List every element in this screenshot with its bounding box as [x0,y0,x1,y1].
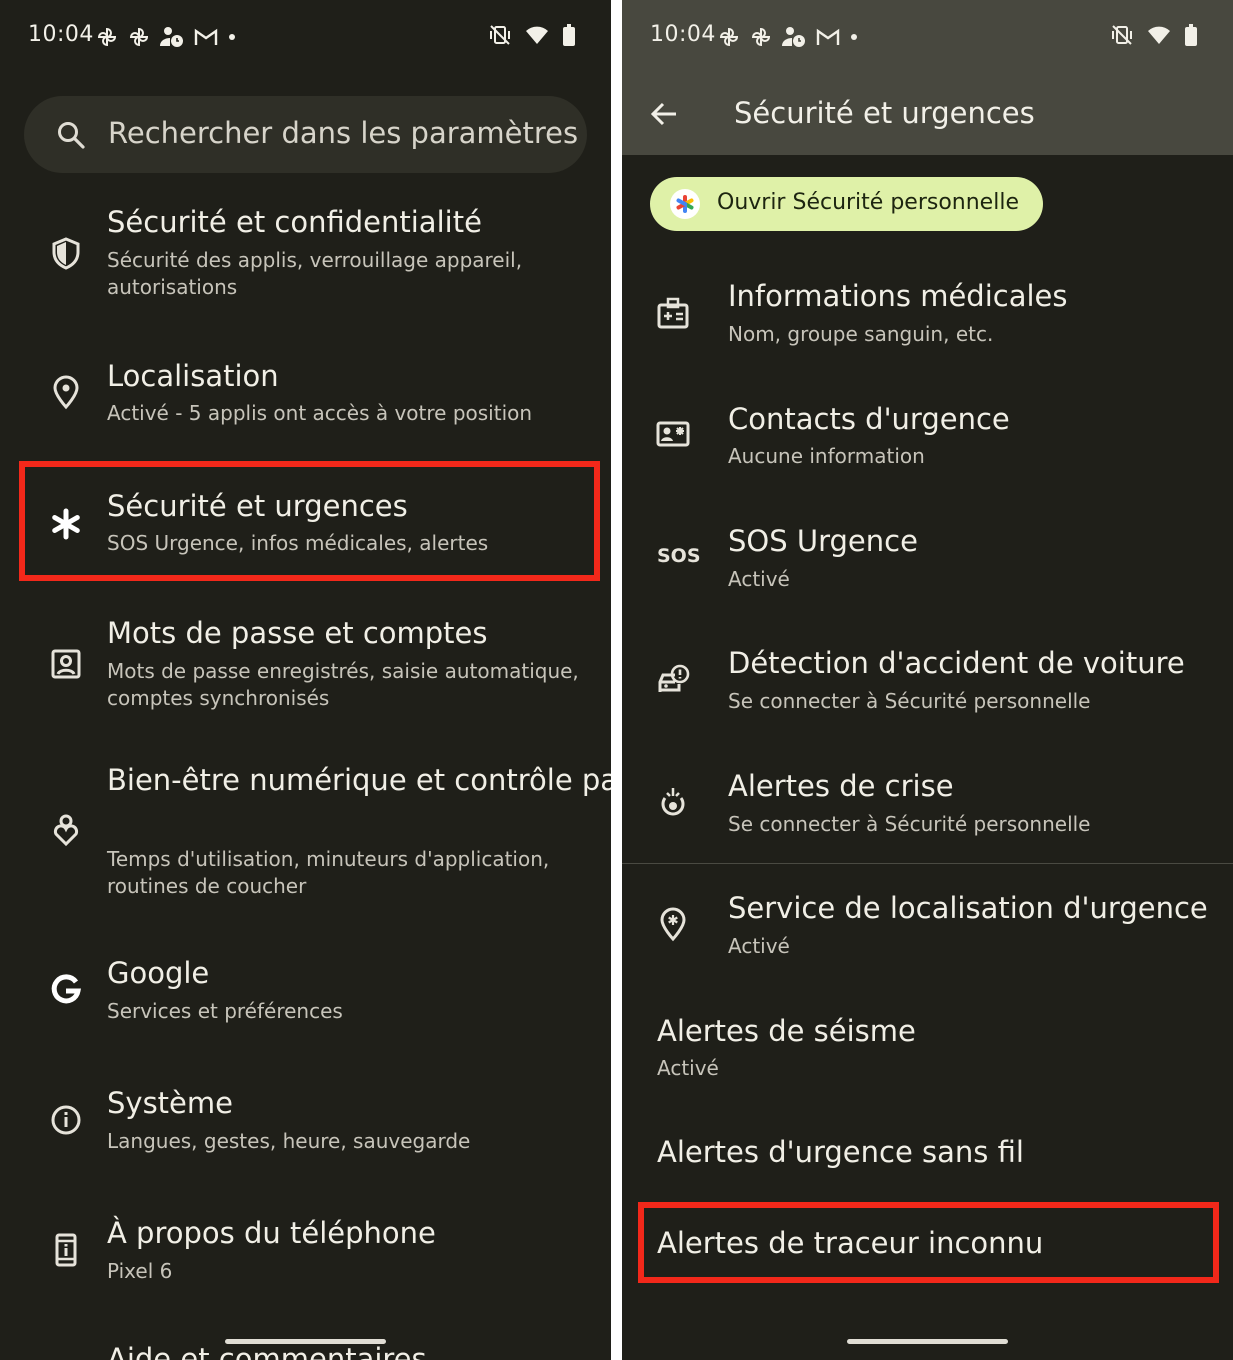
settings-item-location[interactable]: Localisation Activé - 5 applis ont accès… [0,350,611,450]
earthquake-alerts-item[interactable]: Alertes de séisme Activé [622,1005,1233,1105]
item-subtitle: Activé [728,934,790,958]
system-icons [489,24,575,46]
settings-item-passwords-accounts[interactable]: Mots de passe et comptes Mots de passe e… [0,610,611,730]
open-personal-safety-chip[interactable]: Ouvrir Sécurité personnelle [650,177,1043,231]
dot-icon [851,34,857,40]
item-title: Bien-être numérique et contrôle parental [107,763,611,797]
settings-item-digital-wellbeing[interactable]: Bien-être numérique et contrôle parental… [0,760,611,920]
car-crash-detection-item[interactable]: Détection d'accident de voiture Se conne… [622,637,1233,737]
search-settings-bar[interactable]: Rechercher dans les paramètres [24,96,587,173]
item-subtitle: Se connecter à Sécurité personnelle [728,812,1091,836]
settings-item-system[interactable]: Système Langues, gestes, heure, sauvegar… [0,1080,611,1180]
item-title: À propos du téléphone [107,1216,436,1250]
item-title: Détection d'accident de voiture [728,646,1185,680]
chip-label: Ouvrir Sécurité personnelle [717,190,1019,215]
item-title: Alertes d'urgence sans fil [657,1135,1024,1169]
status-time: 10:04 [28,22,94,47]
info-icon [51,1105,81,1135]
settings-item-about-phone[interactable]: À propos du téléphone Pixel 6 [0,1210,611,1310]
item-subtitle: Services et préférences [107,999,343,1023]
battery-icon [1185,24,1197,46]
item-subtitle: Temps d'utilisation, minuteurs d'applica… [107,847,550,898]
search-placeholder: Rechercher dans les paramètres [108,116,579,150]
item-title: Localisation [107,359,279,393]
google-icon [51,974,81,1004]
notification-icons [96,26,236,48]
highlight-box [638,1202,1219,1283]
item-title: Contacts d'urgence [728,402,1010,436]
item-subtitle: Activé [657,1056,719,1080]
item-title: Mots de passe et comptes [107,616,488,650]
gmail-icon [194,28,218,45]
crisis-alert-icon [661,788,685,816]
item-subtitle: Langues, gestes, heure, sauvegarde [107,1129,471,1153]
vibrate-off-icon [1112,25,1132,45]
pinwheel-icon [719,27,739,47]
sos-emergency-item[interactable]: SOS SOS Urgence Activé [622,515,1233,615]
medical-info-item[interactable]: Informations médicales Nom, groupe sangu… [622,270,1233,370]
account-box-icon [51,649,81,679]
section-divider [622,863,1233,864]
battery-icon [563,24,575,46]
gesture-nav-handle[interactable] [847,1339,1008,1344]
sos-icon: SOS [657,545,701,567]
pinwheel-icon [129,27,149,47]
search-icon [58,122,85,149]
settings-item-security-privacy[interactable]: Sécurité et confidentialité Sécurité des… [0,195,611,325]
car-crash-icon [658,664,690,692]
wifi-icon [526,26,548,44]
page-title: Sécurité et urgences [734,96,1035,130]
person-clock-icon [160,27,183,47]
emergency-location-icon [660,907,686,942]
item-subtitle: Aucune information [728,444,925,468]
item-title: Système [107,1086,233,1120]
item-title: SOS Urgence [728,524,918,558]
gmail-icon [816,28,840,45]
notification-icons [718,26,858,48]
item-subtitle: Activé - 5 applis ont accès à votre posi… [107,401,533,425]
system-icons [1111,24,1197,46]
settings-item-help-partial[interactable]: Aide et commentaires [107,1342,427,1360]
back-arrow-icon[interactable] [648,98,680,130]
item-subtitle: Nom, groupe sanguin, etc. [728,322,994,346]
wifi-icon [1148,26,1170,44]
item-title: Google [107,956,210,990]
gesture-nav-handle[interactable] [225,1339,386,1344]
safety-emergency-screen: 10:04 Sécurité et urgences Ouvrir Sécuri… [622,0,1233,1360]
medical-info-icon [657,297,689,329]
item-title: Sécurité et confidentialité [107,205,482,239]
settings-item-google[interactable]: Google Services et préférences [0,950,611,1050]
wellbeing-icon [53,814,79,847]
highlight-box [19,461,600,581]
pinwheel-icon [751,27,771,47]
settings-main-screen: 10:04 Rechercher dans les paramètres Séc… [0,0,611,1360]
contact-card-icon [656,421,690,447]
location-pin-icon [53,375,79,410]
item-subtitle: Mots de passe enregistrés, saisie automa… [107,659,579,710]
item-title: Alertes de crise [728,769,954,803]
item-title: Alertes de séisme [657,1014,916,1048]
person-clock-icon [782,27,805,47]
item-subtitle: Se connecter à Sécurité personnelle [728,689,1091,713]
status-bar: 10:04 [622,0,1233,72]
dot-icon [229,34,235,40]
phone-info-icon [55,1233,77,1267]
shield-icon [52,237,80,270]
status-time: 10:04 [650,22,716,47]
item-subtitle: Pixel 6 [107,1259,173,1283]
crisis-alerts-item[interactable]: Alertes de crise Se connecter à Sécurité… [622,760,1233,860]
status-bar: 10:04 [0,0,611,72]
top-app-bar: 10:04 Sécurité et urgences [622,0,1233,155]
emergency-location-service-item[interactable]: Service de localisation d'urgence Activé [622,882,1233,982]
item-subtitle: Activé [728,567,790,591]
vibrate-off-icon [490,25,510,45]
emergency-contacts-item[interactable]: Contacts d'urgence Aucune information [622,393,1233,493]
item-title: Informations médicales [728,279,1068,313]
item-subtitle: Sécurité des applis, verrouillage appare… [107,248,523,299]
personal-safety-app-icon [670,189,700,219]
pinwheel-icon [97,27,117,47]
item-title: Service de localisation d'urgence [728,891,1208,925]
wireless-emergency-alerts-item[interactable]: Alertes d'urgence sans fil [622,1120,1233,1190]
